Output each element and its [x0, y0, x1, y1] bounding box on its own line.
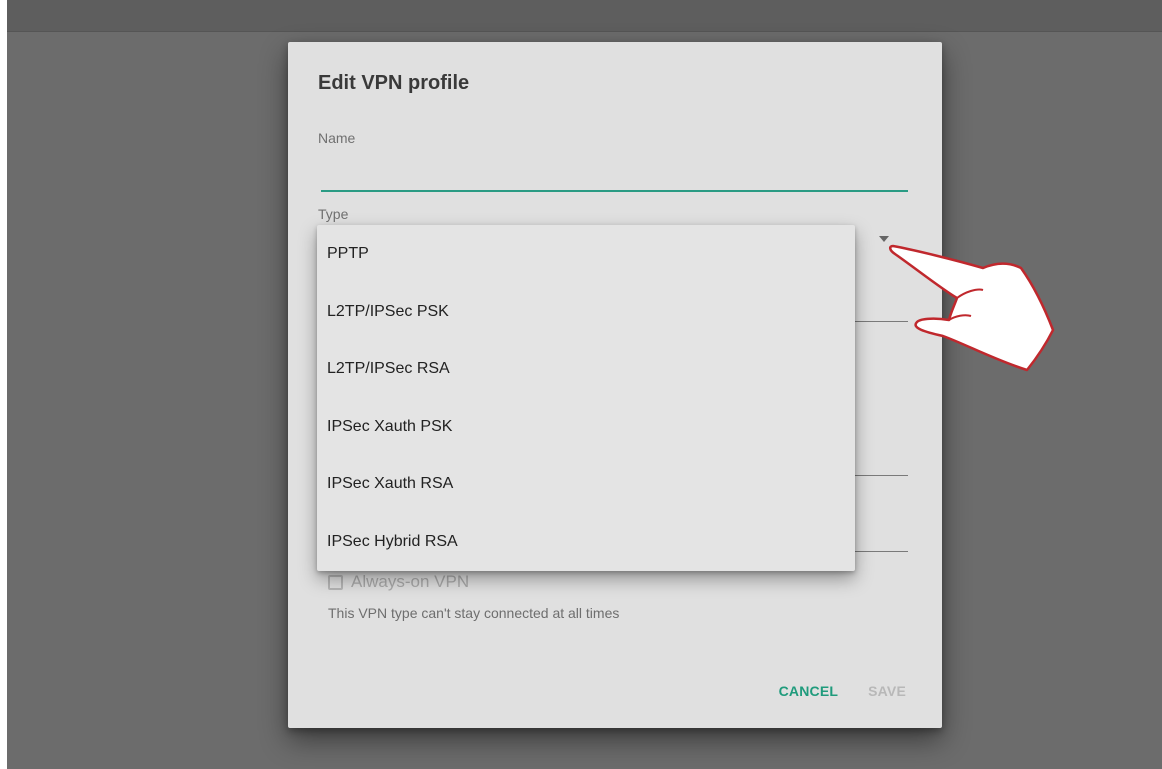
- always-on-row: Always-on VPN: [328, 572, 469, 592]
- field-underline: [848, 551, 908, 552]
- field-underline: [848, 475, 908, 476]
- type-label: Type: [318, 206, 349, 222]
- dialog-actions: CANCEL SAVE: [779, 683, 906, 699]
- always-on-label: Always-on VPN: [351, 572, 470, 591]
- always-on-helper-text: This VPN type can't stay connected at al…: [328, 605, 620, 621]
- dialog-title: Edit VPN profile: [318, 72, 470, 94]
- name-label: Name: [318, 130, 356, 146]
- save-button[interactable]: SAVE: [868, 683, 906, 699]
- top-bar: [7, 0, 1162, 32]
- pointing-hand-icon: [889, 244, 1055, 372]
- menu-item-l2tp-ipsec-psk[interactable]: L2TP/IPSec PSK: [317, 283, 855, 341]
- menu-item-ipsec-hybrid-rsa[interactable]: IPSec Hybrid RSA: [317, 513, 855, 571]
- screen: Edit VPN profile Name Type Always-on VPN…: [7, 0, 1162, 769]
- always-on-checkbox[interactable]: [328, 574, 343, 590]
- menu-item-ipsec-xauth-rsa[interactable]: IPSec Xauth RSA: [317, 455, 855, 513]
- menu-item-ipsec-xauth-psk[interactable]: IPSec Xauth PSK: [317, 398, 855, 456]
- name-input[interactable]: [321, 162, 908, 192]
- cancel-button[interactable]: CANCEL: [779, 683, 839, 699]
- menu-item-l2tp-ipsec-rsa[interactable]: L2TP/IPSec RSA: [317, 340, 855, 398]
- menu-item-pptp[interactable]: PPTP: [317, 225, 855, 283]
- type-dropdown-menu: PPTP L2TP/IPSec PSK L2TP/IPSec RSA IPSec…: [317, 225, 855, 571]
